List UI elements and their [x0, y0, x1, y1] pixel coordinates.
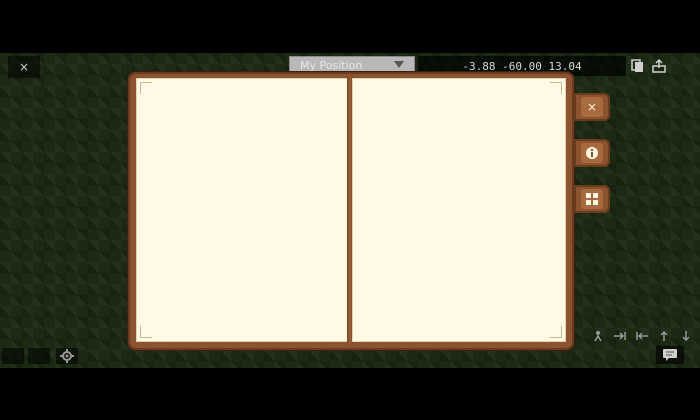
- blank-icon[interactable]: [28, 348, 50, 364]
- book-frame: [128, 72, 574, 350]
- book-page-right: [352, 78, 566, 342]
- page-corner-ornament: [140, 82, 152, 94]
- copy-icon[interactable]: [626, 56, 648, 76]
- letterbox-bottom: [0, 368, 700, 420]
- book-page-left: [136, 78, 348, 342]
- book-close-button[interactable]: ×: [574, 93, 610, 121]
- book-info-button[interactable]: [574, 139, 610, 167]
- gear-icon[interactable]: [56, 348, 78, 364]
- letterbox-top: [0, 0, 700, 53]
- page-corner-ornament: [550, 326, 562, 338]
- position-dropdown-label: My Position: [300, 58, 363, 72]
- hud-close-button[interactable]: ×: [8, 56, 40, 78]
- chevron-down-icon: [394, 61, 404, 68]
- fly-right-icon[interactable]: [610, 327, 630, 345]
- book-grid-button[interactable]: [574, 185, 610, 213]
- up-arrow-icon[interactable]: [654, 327, 674, 345]
- page-corner-ornament: [140, 326, 152, 338]
- sneak-icon[interactable]: [588, 327, 608, 345]
- grid-icon: [581, 189, 603, 209]
- page-corner-ornament: [550, 82, 562, 94]
- chat-icon[interactable]: [656, 346, 684, 364]
- fly-left-icon[interactable]: [632, 327, 652, 345]
- export-icon[interactable]: [648, 56, 670, 76]
- blank-icon[interactable]: [2, 348, 24, 364]
- down-arrow-icon[interactable]: [676, 327, 696, 345]
- close-icon: ×: [581, 97, 603, 117]
- info-icon: [581, 143, 603, 163]
